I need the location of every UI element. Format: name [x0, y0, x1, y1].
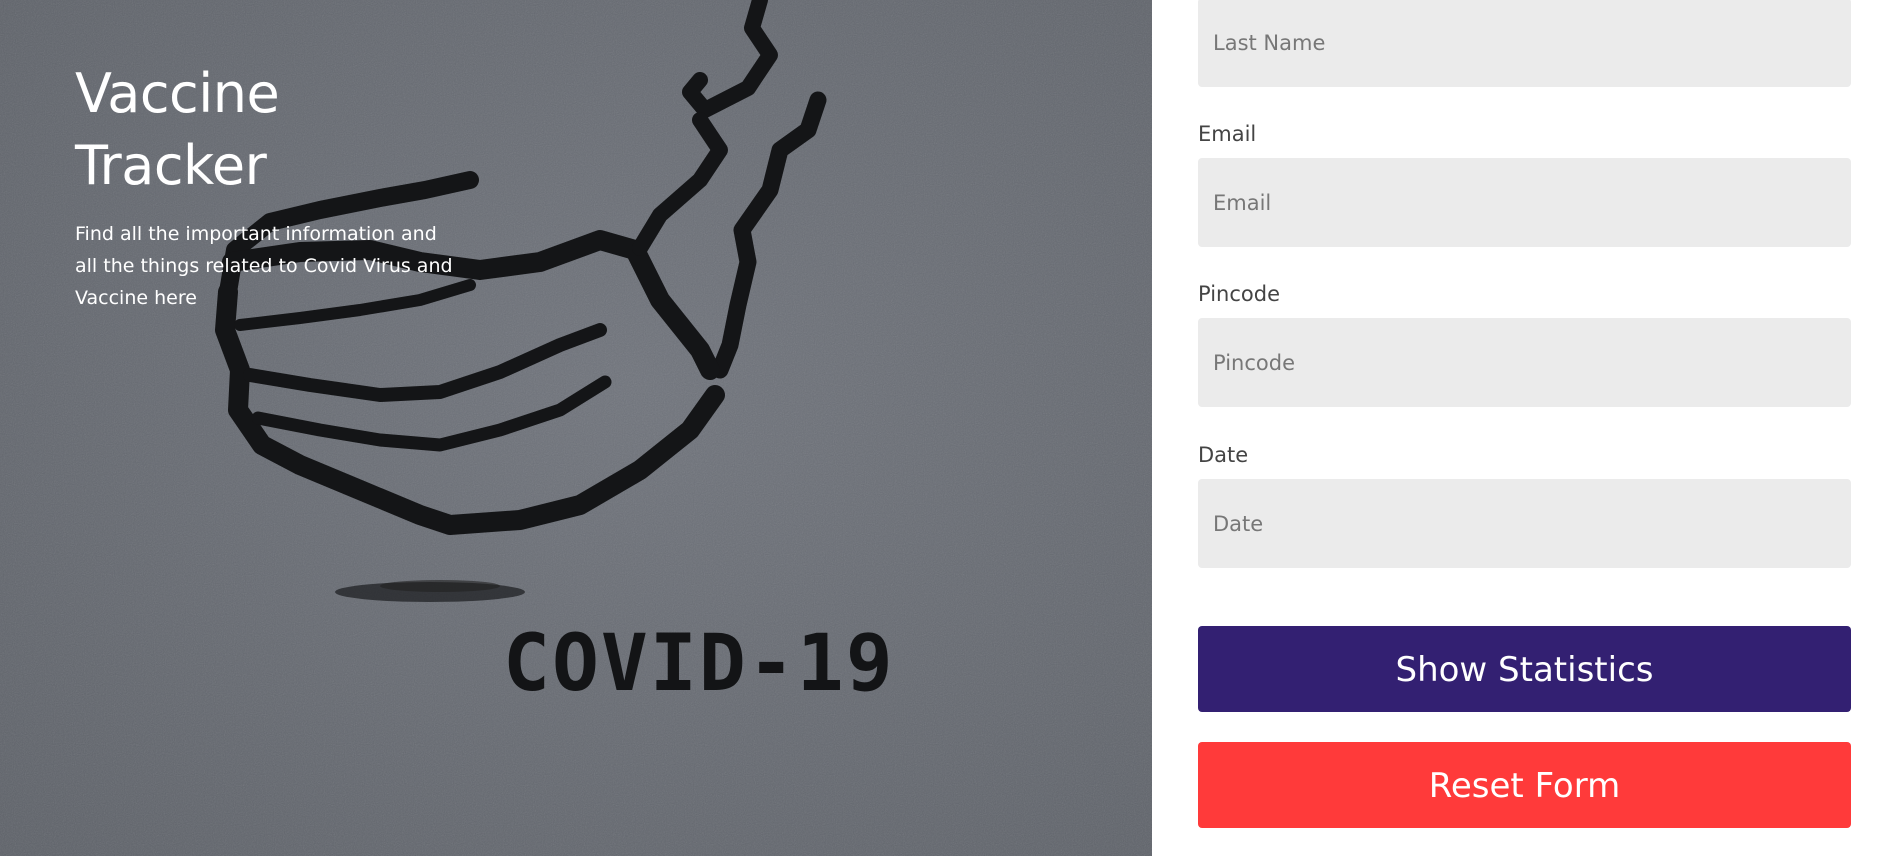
hero-panel: COVID-19 Vaccine Tracker Find all the im…	[0, 0, 1152, 856]
email-input[interactable]	[1198, 158, 1851, 247]
date-label: Date	[1198, 443, 1249, 467]
email-field-group: Email	[1198, 118, 1851, 247]
page-title: Vaccine Tracker	[75, 62, 280, 197]
date-field-group: Date	[1198, 439, 1851, 568]
pincode-label: Pincode	[1198, 282, 1280, 306]
last-name-input[interactable]	[1198, 0, 1851, 87]
covid-stencil-text: COVID-19	[503, 619, 895, 709]
pincode-field-group: Pincode	[1198, 278, 1851, 407]
last-name-field-group	[1198, 0, 1851, 87]
form-panel: Email Pincode Date Show Statistics Reset…	[1152, 0, 1895, 856]
reset-form-button[interactable]: Reset Form	[1198, 742, 1851, 828]
date-input[interactable]	[1198, 479, 1851, 568]
page: COVID-19 Vaccine Tracker Find all the im…	[0, 0, 1895, 856]
show-statistics-button[interactable]: Show Statistics	[1198, 626, 1851, 712]
pincode-input[interactable]	[1198, 318, 1851, 407]
email-label: Email	[1198, 122, 1257, 146]
hero-text-block: Vaccine Tracker Find all the important i…	[75, 58, 475, 314]
hero-description: Find all the important information and a…	[75, 223, 453, 309]
